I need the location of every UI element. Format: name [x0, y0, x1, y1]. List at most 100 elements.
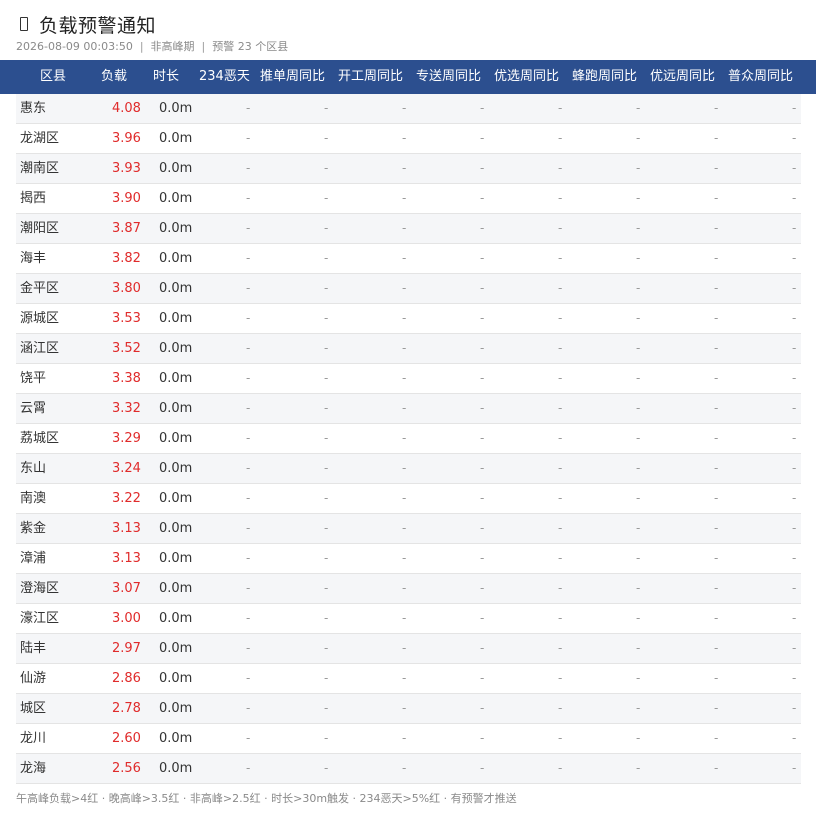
metric-cell: -	[324, 311, 329, 325]
metric-cell: -	[402, 671, 407, 685]
load-value: 3.93	[112, 161, 141, 176]
metric-cell: -	[324, 431, 329, 445]
metric-cell: -	[324, 581, 329, 595]
load-value: 2.56	[112, 761, 141, 776]
metric-cell: -	[636, 191, 641, 205]
table-row: 源城区 3.53 0.0m - - - - - - - -	[16, 304, 801, 334]
metric-cell: -	[636, 761, 641, 775]
metric-cell: -	[402, 761, 407, 775]
duration-value: 0.0m	[159, 491, 193, 506]
metric-cell: -	[324, 731, 329, 745]
metric-cell: -	[792, 101, 797, 115]
metric-cell: -	[246, 521, 251, 535]
load-value: 3.52	[112, 341, 141, 356]
load-value: 3.13	[112, 551, 141, 566]
metric-cell: -	[714, 251, 719, 265]
metric-cell: -	[792, 671, 797, 685]
duration-value: 0.0m	[159, 641, 193, 656]
metric-cell: -	[402, 731, 407, 745]
column-header-district: 区县	[40, 69, 67, 84]
metric-cell: -	[402, 161, 407, 175]
metric-cell: -	[714, 281, 719, 295]
duration-value: 0.0m	[159, 281, 193, 296]
duration-value: 0.0m	[159, 431, 193, 446]
metric-cell: -	[558, 371, 563, 385]
load-value: 2.60	[112, 731, 141, 746]
metric-cell: -	[714, 551, 719, 565]
metric-cell: -	[324, 401, 329, 415]
duration-value: 0.0m	[159, 251, 193, 266]
metric-cell: -	[558, 701, 563, 715]
metric-cell: -	[480, 401, 485, 415]
metric-cell: -	[324, 461, 329, 475]
load-value: 3.90	[112, 191, 141, 206]
metric-cell: -	[714, 641, 719, 655]
metric-cell: -	[246, 191, 251, 205]
table-row: 荔城区 3.29 0.0m - - - - - - - -	[16, 424, 801, 454]
metric-cell: -	[714, 371, 719, 385]
metric-cell: -	[636, 551, 641, 565]
table-row: 陆丰 2.97 0.0m - - - - - - - -	[16, 634, 801, 664]
duration-value: 0.0m	[159, 521, 193, 536]
metric-cell: -	[636, 641, 641, 655]
table-row: 惠东 4.08 0.0m - - - - - - - -	[16, 94, 801, 124]
district-name: 金平区	[20, 281, 60, 296]
duration-value: 0.0m	[159, 191, 193, 206]
district-name: 云霄	[20, 401, 47, 416]
metric-cell: -	[792, 131, 797, 145]
table-row: 濠江区 3.00 0.0m - - - - - - - -	[16, 604, 801, 634]
metric-cell: -	[558, 611, 563, 625]
meta-row: 2026-08-09 00:03:50 | 非高峰期 | 预警 23 个区县	[16, 38, 288, 54]
district-name: 揭西	[20, 191, 47, 206]
metric-cell: -	[792, 161, 797, 175]
metric-cell: -	[558, 731, 563, 745]
metric-cell: -	[402, 191, 407, 205]
metric-cell: -	[636, 461, 641, 475]
load-value: 2.78	[112, 701, 141, 716]
load-value: 3.38	[112, 371, 141, 386]
metric-cell: -	[480, 611, 485, 625]
metric-cell: -	[402, 461, 407, 475]
district-name: 漳浦	[20, 551, 47, 566]
load-value: 3.07	[112, 581, 141, 596]
column-header-duration: 时长	[153, 69, 180, 84]
metric-cell: -	[714, 581, 719, 595]
metric-cell: -	[324, 611, 329, 625]
duration-value: 0.0m	[159, 131, 193, 146]
duration-value: 0.0m	[159, 671, 193, 686]
metric-cell: -	[636, 251, 641, 265]
metric-cell: -	[792, 641, 797, 655]
table-row: 南澳 3.22 0.0m - - - - - - - -	[16, 484, 801, 514]
metric-cell: -	[558, 281, 563, 295]
metric-cell: -	[480, 701, 485, 715]
metric-cell: -	[714, 161, 719, 175]
metric-cell: -	[714, 461, 719, 475]
metric-cell: -	[558, 521, 563, 535]
duration-value: 0.0m	[159, 341, 193, 356]
duration-value: 0.0m	[159, 101, 193, 116]
load-value: 3.87	[112, 221, 141, 236]
column-header-far: 优远周同比	[650, 69, 716, 84]
metric-cell: -	[636, 341, 641, 355]
duration-value: 0.0m	[159, 581, 193, 596]
duration-value: 0.0m	[159, 731, 193, 746]
metric-cell: -	[402, 251, 407, 265]
metric-cell: -	[714, 431, 719, 445]
metric-cell: -	[636, 671, 641, 685]
metric-cell: -	[480, 281, 485, 295]
metric-cell: -	[402, 581, 407, 595]
metric-cell: -	[558, 101, 563, 115]
load-value: 2.97	[112, 641, 141, 656]
table-row: 涵江区 3.52 0.0m - - - - - - - -	[16, 334, 801, 364]
separator: |	[139, 40, 144, 53]
metric-cell: -	[324, 551, 329, 565]
metric-cell: -	[792, 221, 797, 235]
metric-cell: -	[402, 701, 407, 715]
metric-cell: -	[402, 521, 407, 535]
metric-cell: -	[714, 761, 719, 775]
metric-cell: -	[480, 101, 485, 115]
table-row: 揭西 3.90 0.0m - - - - - - - -	[16, 184, 801, 214]
load-value: 3.53	[112, 311, 141, 326]
metric-cell: -	[402, 611, 407, 625]
column-header-load: 负载	[101, 69, 128, 84]
